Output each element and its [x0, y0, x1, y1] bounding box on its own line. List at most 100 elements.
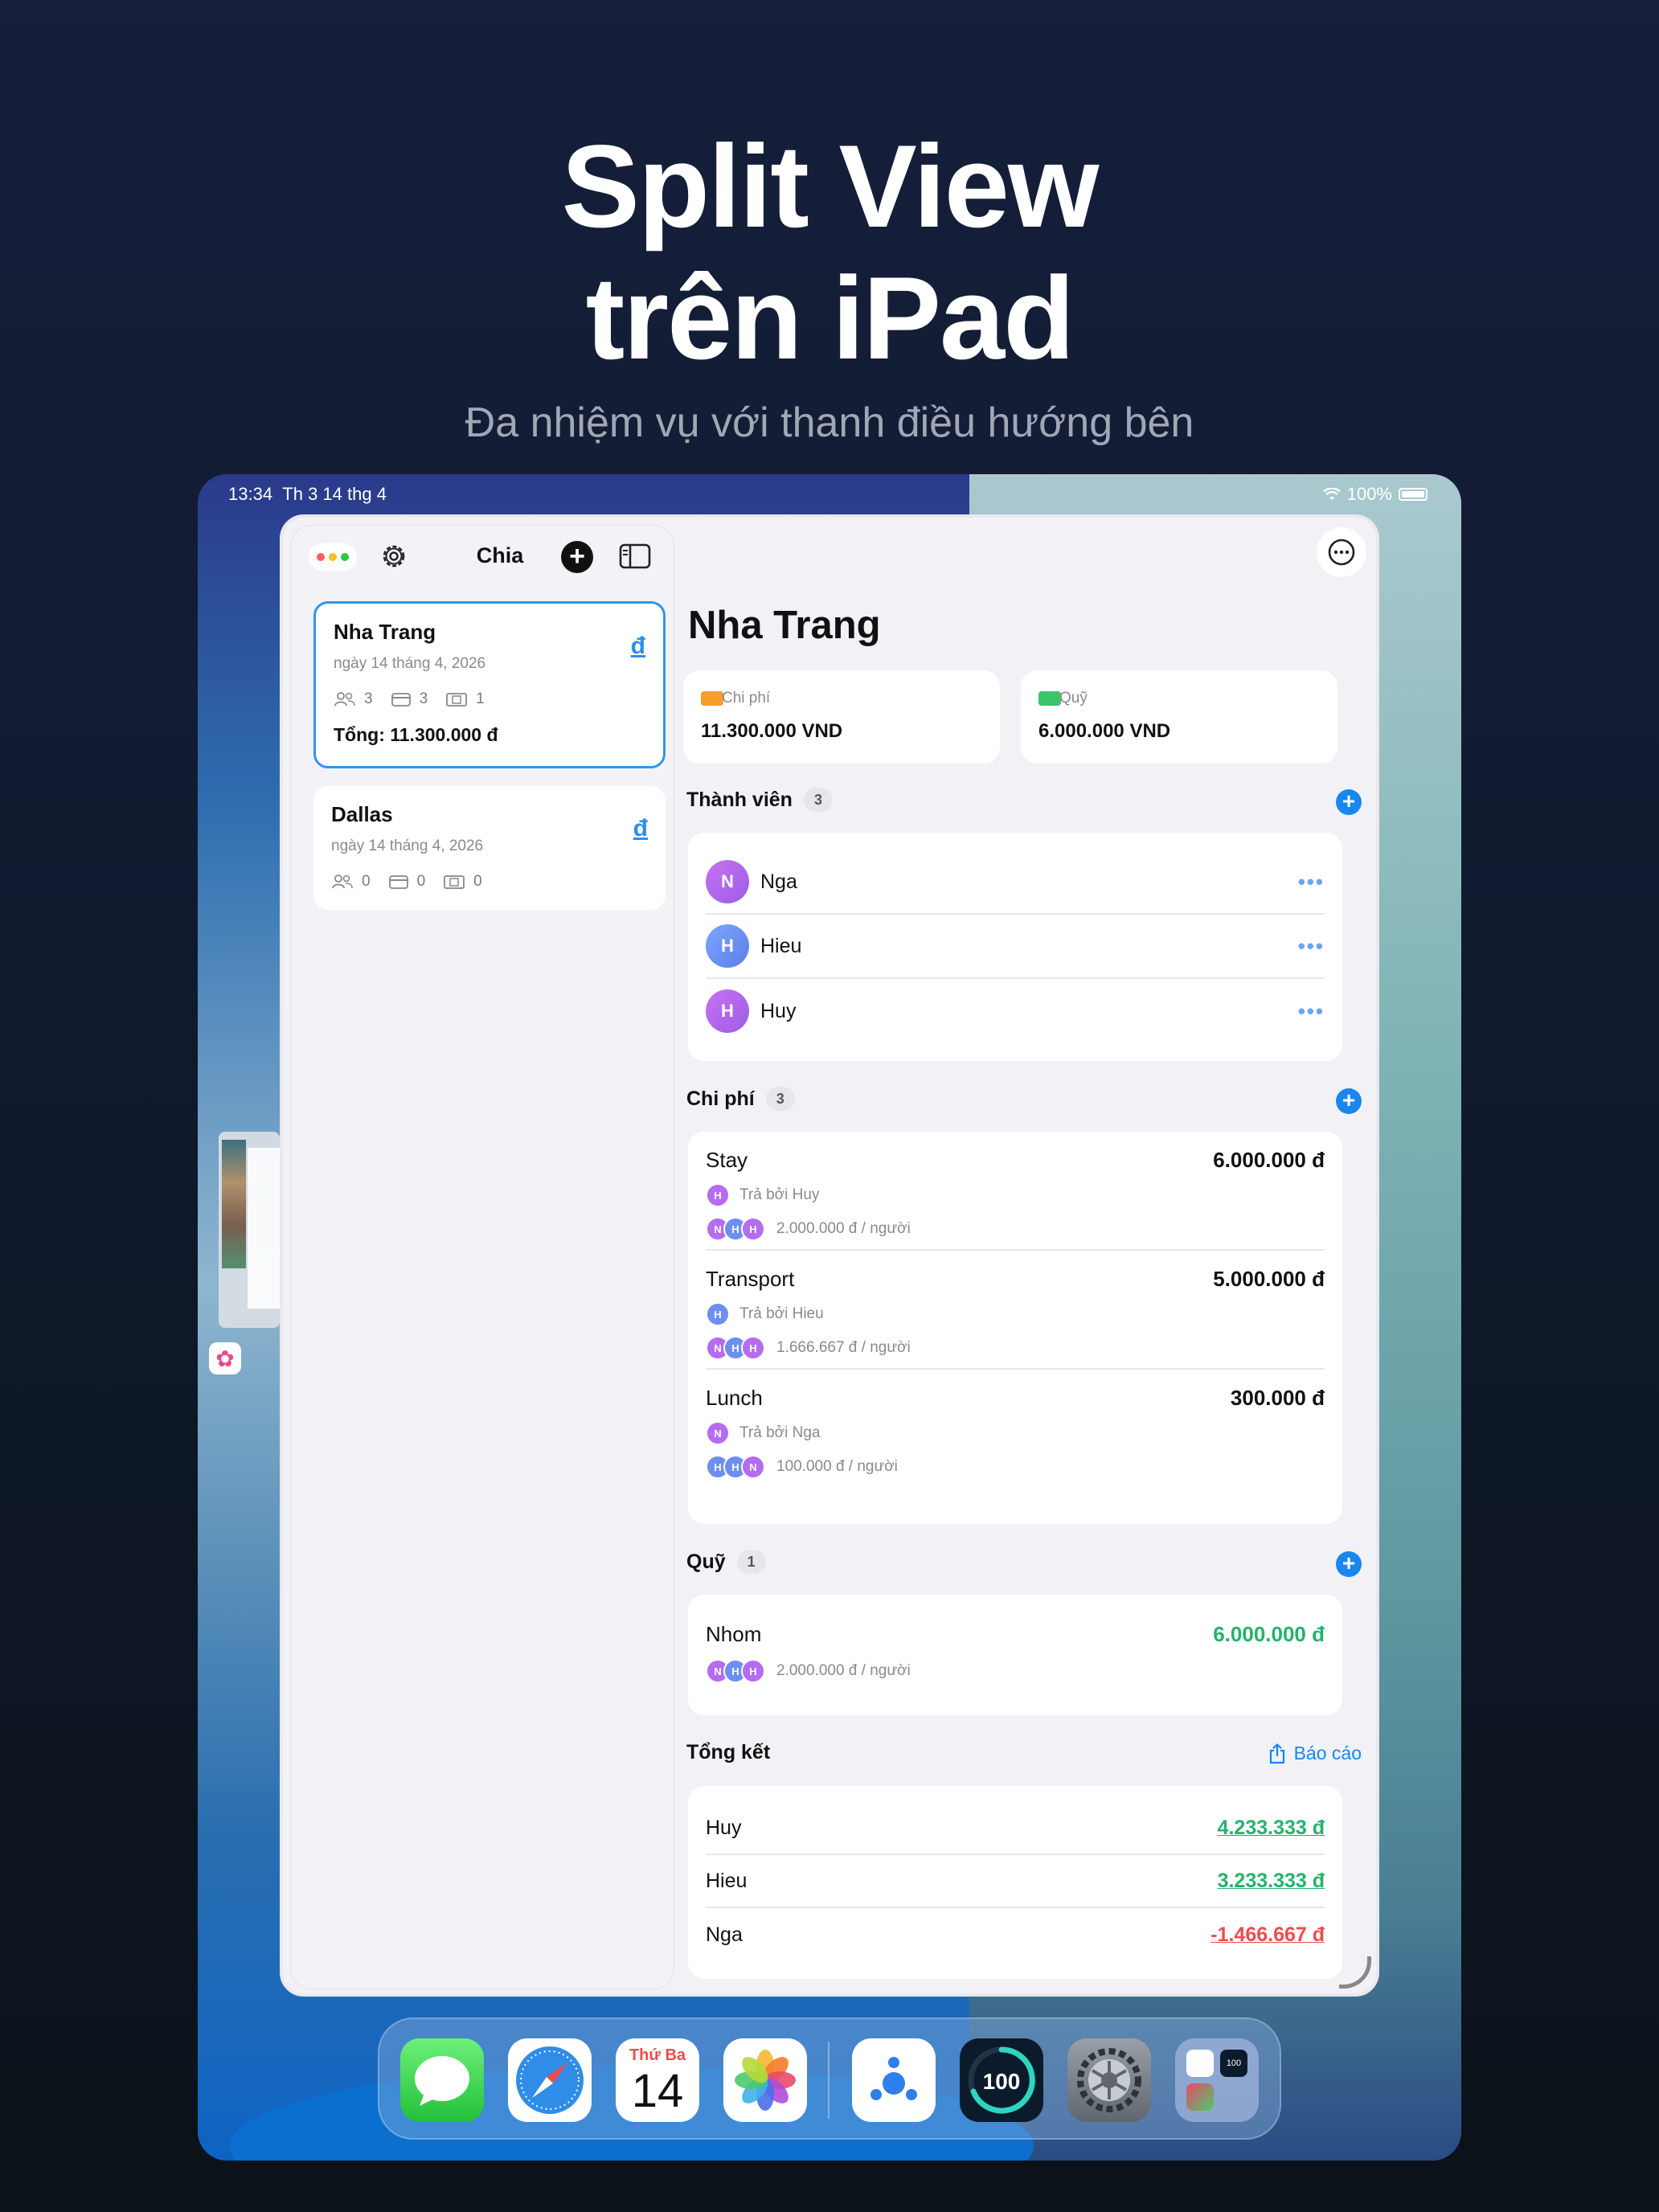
trip-total: Tổng: 11.300.000 đ [334, 724, 498, 745]
section-title: Quỹ [686, 1550, 726, 1573]
add-expense-button[interactable]: + [1336, 1088, 1362, 1114]
expenses-card: Stay 6.000.000 đ H Trả bởi Huy N H H 2.000.0… [688, 1132, 1342, 1524]
fund-row[interactable]: Nhom 6.000.000 đ N H H 2.000.000 đ / người [706, 1595, 1325, 1715]
member-more-icon[interactable]: ••• [1298, 870, 1325, 895]
member-more-icon[interactable]: ••• [1298, 999, 1325, 1024]
add-trip-button[interactable]: + [561, 541, 593, 573]
summary-name: Nga [706, 1923, 743, 1946]
trip-card-selected[interactable]: Nha Trang ngày 14 tháng 4, 2026 đ 3 3 1 … [313, 601, 666, 768]
section-title: Chi phí [686, 1087, 755, 1110]
hero-subtitle: Đa nhiệm vụ với thanh điều hướng bên [465, 399, 1194, 446]
add-fund-button[interactable]: + [1336, 1551, 1362, 1577]
fund-summary-tile[interactable]: Quỹ 6.000.000 VND [1021, 670, 1337, 764]
expense-amount: 300.000 đ [1230, 1386, 1325, 1410]
member-name: Hieu [760, 934, 802, 957]
credit-card-icon [701, 691, 723, 706]
app-folder-icon[interactable]: 100 [1175, 2038, 1259, 2122]
trip-stats: 3 3 1 [334, 690, 485, 708]
member-row[interactable]: N Nga ••• [706, 850, 1325, 915]
summary-row[interactable]: Hieu 3.233.333 đ [706, 1855, 1325, 1908]
battery-icon [1399, 488, 1428, 501]
per-person-label: 2.000.000 đ / người [776, 1220, 911, 1237]
currency-dong-icon: đ [630, 633, 645, 659]
cash-icon [1038, 691, 1061, 706]
expense-name: Stay [706, 1148, 748, 1172]
trip-name: Nha Trang [334, 620, 436, 644]
summary-card: Huy 4.233.333 đ Hieu 3.233.333 đ Nga -1.… [688, 1786, 1342, 1979]
minimize-dot-icon[interactable] [329, 553, 337, 561]
per-person-label: 1.666.667 đ / người [776, 1339, 911, 1356]
trip-stats: 0 0 0 [331, 873, 482, 891]
expense-row[interactable]: Stay 6.000.000 đ H Trả bởi Huy N H H 2.000.0… [706, 1132, 1325, 1251]
close-dot-icon[interactable] [317, 553, 325, 561]
expense-payer: N Trả bởi Nga [706, 1421, 820, 1445]
per-person-label: 2.000.000 đ / người [776, 1662, 911, 1679]
trip-fund-count: 0 [473, 873, 482, 890]
avatar-stack: NHH [706, 1217, 765, 1241]
status-time: 13:34 [228, 484, 273, 504]
hero-title-line-2: trên iPad [585, 252, 1075, 383]
add-member-button[interactable]: + [1336, 789, 1362, 815]
gauge-value: 100 [982, 2069, 1021, 2094]
report-button[interactable]: Báo cáo [1268, 1743, 1362, 1764]
settings-gear-icon[interactable] [378, 540, 410, 572]
detail-pane: Nha Trang Chi phí 11.300.000 VND Quỹ 6.0… [683, 518, 1376, 1993]
dock-separator [828, 2042, 830, 2119]
photos-app-badge-icon[interactable]: ✿ [209, 1342, 241, 1374]
member-name: Huy [760, 999, 797, 1022]
fullscreen-dot-icon[interactable] [341, 553, 349, 561]
status-date: Th 3 14 thg 4 [282, 484, 387, 504]
cash-icon [446, 693, 468, 707]
paid-by-label: Trả bởi Hieu [739, 1305, 824, 1322]
background-app-thumbnail [222, 1140, 246, 1268]
sidebar-toggle-icon[interactable] [619, 543, 651, 569]
status-bar-left: 13:34 Th 3 14 thg 4 [228, 484, 387, 505]
paid-by-label: Trả bởi Nga [739, 1424, 821, 1441]
split-app-icon[interactable] [852, 2038, 936, 2122]
battery-percent: 100% [1346, 484, 1392, 504]
ipad-screen: 13:34 Th 3 14 thg 4 100% ✿ Chia + Nha Tr… [198, 474, 1461, 2161]
avatar: H [741, 1336, 765, 1360]
expense-split: N H H 1.666.667 đ / người [706, 1336, 911, 1360]
settings-app-icon[interactable] [1067, 2038, 1151, 2122]
trip-card[interactable]: Dallas ngày 14 tháng 4, 2026 đ 0 0 0 [313, 786, 666, 910]
window-controls[interactable] [309, 543, 357, 571]
expense-row[interactable]: Transport 5.000.000 đ H Trả bởi Hieu NHH 1… [706, 1251, 1325, 1370]
paid-by-label: Trả bởi Huy [739, 1186, 820, 1203]
expense-summary-tile[interactable]: Chi phí 11.300.000 VND [683, 670, 1000, 764]
member-row[interactable]: H Huy ••• [706, 979, 1325, 1043]
avatar: H [741, 1659, 765, 1683]
folder-speedtest-mini-icon: 100 [1220, 2050, 1247, 2077]
share-icon [1269, 1743, 1284, 1763]
expense-row[interactable]: Lunch 300.000 đ N Trả bởi Nga H H N 100.000 … [706, 1370, 1325, 1489]
message-bubble-icon [415, 2056, 469, 2106]
tile-label: Chi phí [722, 690, 771, 707]
summary-amount: 4.233.333 đ [1217, 1816, 1325, 1839]
member-row[interactable]: H Hieu ••• [706, 915, 1325, 979]
fund-name: Nhom [706, 1622, 762, 1646]
avatar: H [741, 1217, 765, 1241]
summary-name: Hieu [706, 1869, 748, 1892]
more-options-button[interactable] [1317, 527, 1366, 577]
members-section-header: Thành viên 3 [686, 788, 833, 812]
summary-section-header: Tổng kết [686, 1741, 770, 1764]
expense-split: H H N 100.000 đ / người [706, 1455, 898, 1479]
summary-row[interactable]: Huy 4.233.333 đ [706, 1802, 1325, 1855]
report-label: Báo cáo [1293, 1743, 1362, 1763]
folder-app-mini-icon [1186, 2083, 1214, 2111]
calendar-day: 14 [631, 2065, 684, 2117]
safari-app-icon[interactable] [508, 2038, 592, 2122]
avatar: H [706, 924, 749, 968]
hero-title-line-1: Split View [561, 121, 1100, 252]
calendar-app-icon[interactable]: Thứ Ba 14 [616, 2038, 699, 2122]
messages-app-icon[interactable] [400, 2038, 484, 2122]
member-more-icon[interactable]: ••• [1298, 934, 1325, 959]
photos-app-icon[interactable] [723, 2038, 807, 2122]
summary-row[interactable]: Nga -1.466.667 đ [706, 1908, 1325, 1961]
speedtest-app-icon[interactable]: 100 [960, 2038, 1043, 2122]
avatar-stack: NHH [706, 1659, 765, 1683]
split-logo-icon [870, 2057, 917, 2100]
summary-amount: 3.233.333 đ [1217, 1869, 1325, 1892]
per-person-label: 100.000 đ / người [776, 1458, 898, 1475]
background-app-window[interactable] [219, 1132, 280, 1328]
